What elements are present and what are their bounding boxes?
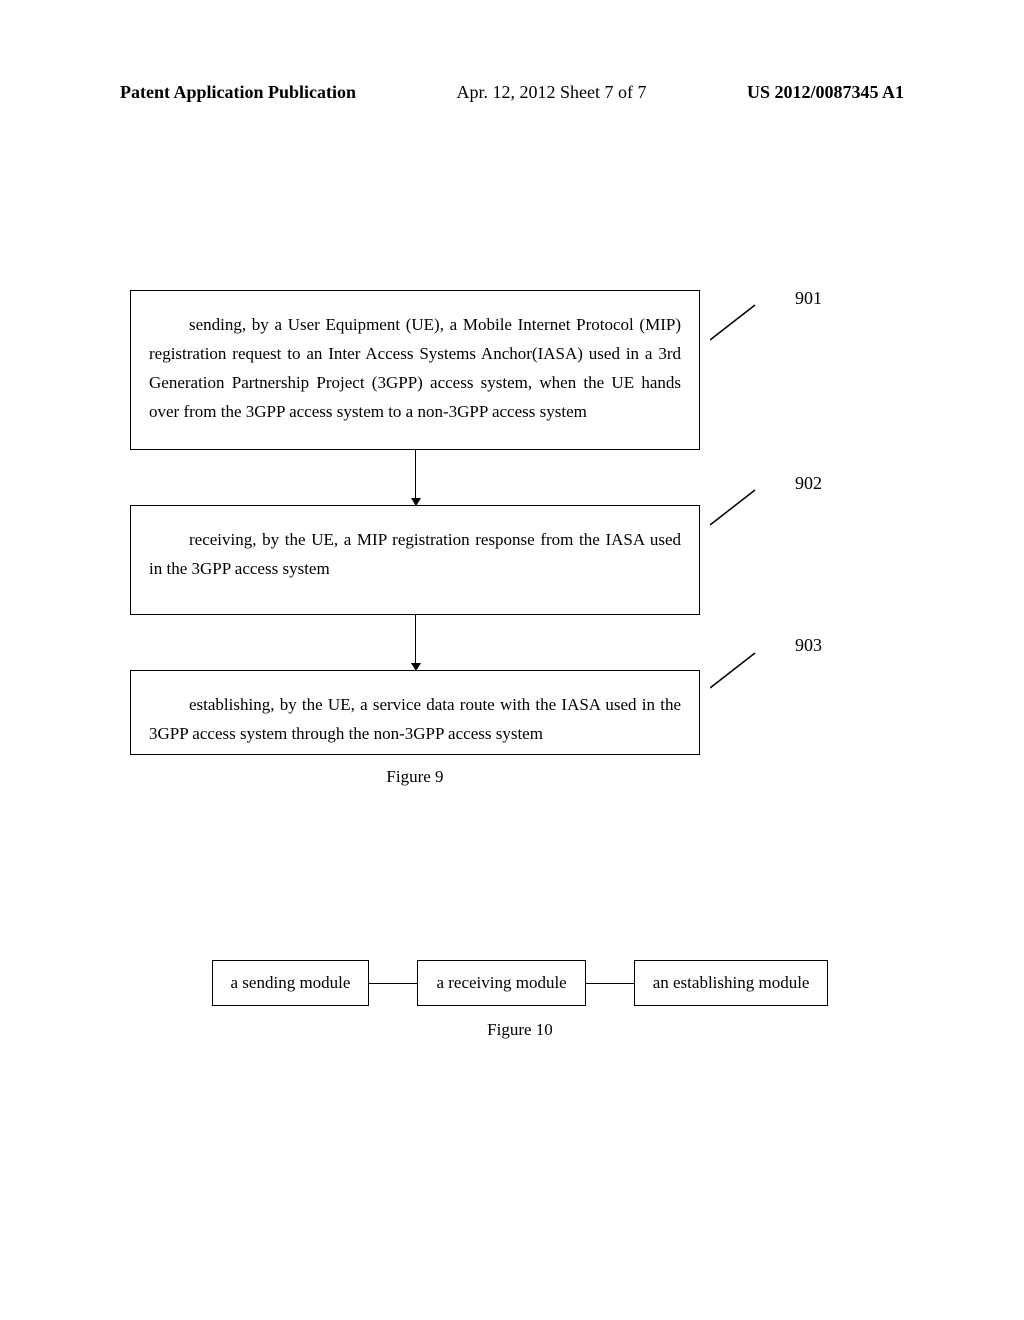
figure-9-caption: Figure 9 bbox=[130, 767, 700, 787]
sending-module-box: a sending module bbox=[212, 960, 370, 1006]
header-publication: Patent Application Publication bbox=[120, 82, 356, 103]
figure-10-diagram: a sending module a receiving module an e… bbox=[140, 960, 900, 1040]
page-header: Patent Application Publication Apr. 12, … bbox=[120, 82, 904, 103]
ref-number-901: 901 bbox=[795, 288, 822, 309]
ref-line-901 bbox=[710, 300, 780, 350]
ref-number-903: 903 bbox=[795, 635, 822, 656]
header-date-sheet: Apr. 12, 2012 Sheet 7 of 7 bbox=[457, 82, 647, 103]
receiving-module-box: a receiving module bbox=[417, 960, 585, 1006]
modules-row: a sending module a receiving module an e… bbox=[140, 960, 900, 1006]
ref-line-903 bbox=[710, 648, 780, 698]
step-901-text: sending, by a User Equipment (UE), a Mob… bbox=[149, 311, 681, 427]
arrow-901-to-902 bbox=[130, 450, 700, 505]
ref-number-902: 902 bbox=[795, 473, 822, 494]
connector-1-2 bbox=[369, 983, 417, 984]
flowchart-step-903: establishing, by the UE, a service data … bbox=[130, 670, 700, 755]
step-903-text: establishing, by the UE, a service data … bbox=[149, 691, 681, 749]
flowchart-step-902: receiving, by the UE, a MIP registration… bbox=[130, 505, 700, 615]
ref-line-902 bbox=[710, 485, 780, 535]
header-patent-number: US 2012/0087345 A1 bbox=[747, 82, 904, 103]
flowchart-step-901: sending, by a User Equipment (UE), a Mob… bbox=[130, 290, 700, 450]
figure-10-caption: Figure 10 bbox=[140, 1020, 900, 1040]
step-902-text: receiving, by the UE, a MIP registration… bbox=[149, 526, 681, 584]
connector-2-3 bbox=[586, 983, 634, 984]
arrow-902-to-903 bbox=[130, 615, 700, 670]
establishing-module-box: an establishing module bbox=[634, 960, 829, 1006]
figure-9-diagram: sending, by a User Equipment (UE), a Mob… bbox=[130, 290, 900, 787]
